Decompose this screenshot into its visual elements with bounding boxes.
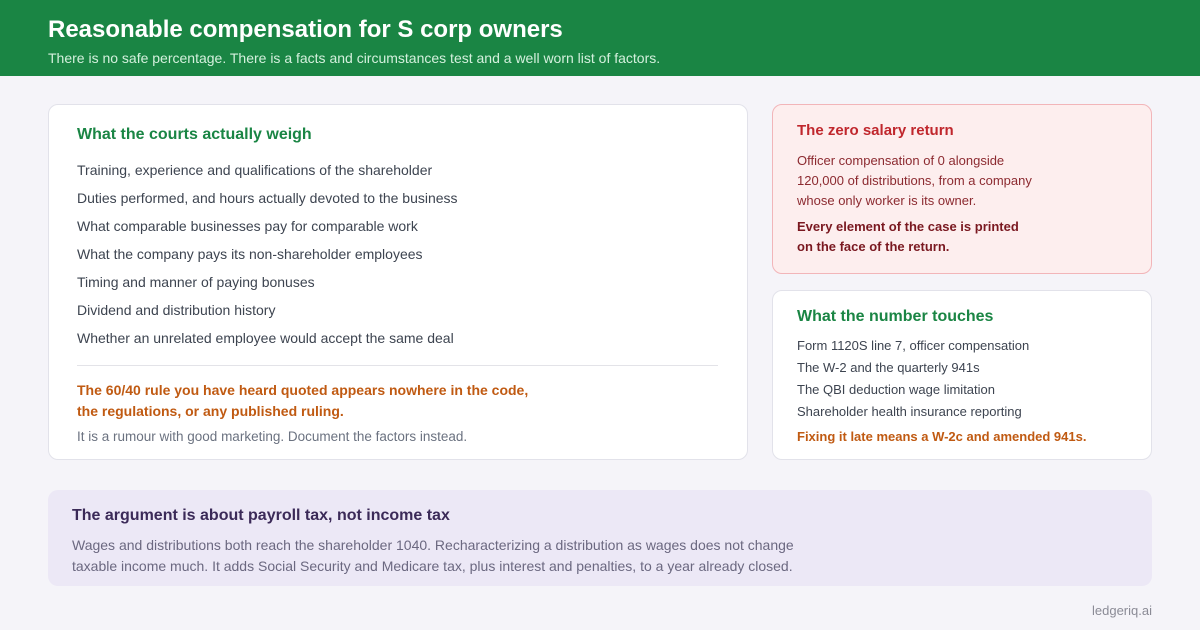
- list-item: Whether an unrelated employee would acce…: [77, 330, 454, 346]
- courts-factors-title: What the courts actually weigh: [77, 126, 312, 143]
- touches-note: Fixing it late means a W-2c and amended …: [797, 429, 1087, 444]
- list-item: Form 1120S line 7, officer compensation: [797, 338, 1030, 353]
- page-title: Reasonable compensation for S corp owner…: [48, 16, 563, 43]
- list-item: What comparable businesses pay for compa…: [77, 218, 418, 234]
- list-item: Training, experience and qualifications …: [77, 162, 433, 178]
- list-item: Dividend and distribution history: [77, 302, 276, 318]
- list-item: The QBI deduction wage limitation: [797, 382, 995, 397]
- zero-salary-card: The zero salary return Officer compensat…: [772, 104, 1152, 274]
- divider: [77, 365, 718, 366]
- list-item: Shareholder health insurance reporting: [797, 404, 1022, 419]
- argument-body: Wages and distributions both reach the s…: [72, 537, 794, 574]
- factor-list: Training, experience and qualifications …: [77, 161, 719, 347]
- number-touches-card: What the number touches Form 1120S line …: [772, 290, 1152, 460]
- page-header: Reasonable compensation for S corp owner…: [0, 0, 1200, 76]
- zero-salary-title: The zero salary return: [797, 122, 954, 139]
- touches-list: Form 1120S line 7, officer compensation …: [797, 337, 1127, 420]
- page-subtitle: There is no safe percentage. There is a …: [48, 50, 661, 66]
- argument-title: The argument is about payroll tax, not i…: [72, 507, 450, 524]
- list-item: The W-2 and the quarterly 941s: [797, 360, 980, 375]
- payroll-argument-callout: The argument is about payroll tax, not i…: [48, 490, 1152, 586]
- zero-salary-emphasis: Every element of the case is printed on …: [797, 219, 1019, 254]
- myth-statement: The 60/40 rule you have heard quoted app…: [77, 382, 529, 419]
- list-item: What the company pays its non-shareholde…: [77, 246, 423, 262]
- brand-footer: ledgeriq.ai: [1092, 603, 1152, 618]
- number-touches-title: What the number touches: [797, 308, 994, 325]
- myth-note: It is a rumour with good marketing. Docu…: [77, 429, 468, 444]
- list-item: Duties performed, and hours actually dev…: [77, 190, 458, 206]
- zero-salary-body: Officer compensation of 0 alongside 120,…: [797, 153, 1032, 208]
- list-item: Timing and manner of paying bonuses: [77, 274, 315, 290]
- courts-factors-card: What the courts actually weigh Training,…: [48, 104, 748, 460]
